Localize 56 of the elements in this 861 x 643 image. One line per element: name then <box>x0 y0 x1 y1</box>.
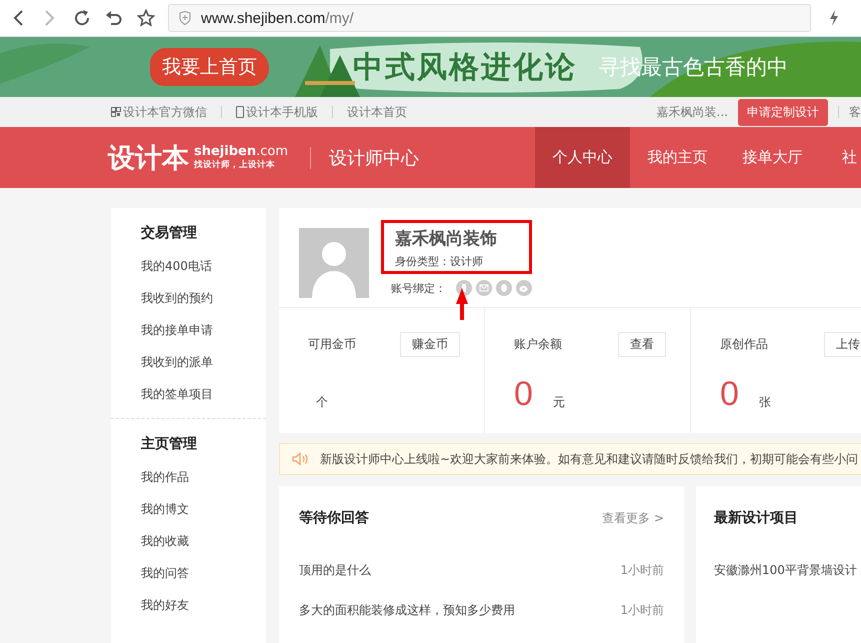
stat-label: 账户余额 <box>514 336 562 353</box>
more-link[interactable]: 查看更多 > <box>602 510 664 526</box>
stat-button[interactable]: 查看 <box>618 332 666 357</box>
bind-label: 账号绑定： <box>391 280 446 296</box>
phone-icon <box>236 106 244 118</box>
sidebar-item[interactable]: 我收到的派单 <box>141 346 266 378</box>
nav-tab[interactable]: 社 <box>820 127 861 188</box>
lightning-icon[interactable] <box>829 10 839 26</box>
arrow-icon <box>455 288 469 322</box>
sidebar-item[interactable]: 我的400电话 <box>141 250 266 282</box>
user-link[interactable]: 嘉禾枫尚装... <box>656 104 728 120</box>
banner-badge[interactable]: 我要上首页 <box>150 48 269 86</box>
link-label: 设计本手机版 <box>246 104 318 120</box>
stat-value: 0 <box>720 377 739 411</box>
question-time: 1小时前 <box>620 602 664 618</box>
link-label: 设计本官方微信 <box>123 104 207 120</box>
avatar-icon <box>299 228 369 298</box>
banner-title: 中式风格进化论 <box>353 48 577 86</box>
sidebar-item[interactable]: 我的博文 <box>141 493 266 525</box>
sidebar-heading: 交易管理 <box>141 224 198 242</box>
section-title: 设计师中心 <box>329 146 420 170</box>
sidebar-heading: 主页管理 <box>141 435 198 453</box>
question-link[interactable]: 多大的面积能装修成这样，预知多少费用 <box>299 602 515 618</box>
speaker-icon <box>292 452 310 466</box>
project-link[interactable]: 安徽滁州100平背景墙设计 <box>714 562 857 578</box>
stat-value: 0 <box>514 377 533 411</box>
nav-tab[interactable]: 接单大厅 <box>725 127 820 188</box>
sidebar-item[interactable]: 我的作品 <box>141 461 266 493</box>
question-link[interactable]: 顶用的是什么 <box>299 562 371 578</box>
sidebar-item[interactable]: 我的好友 <box>141 589 266 621</box>
link-label: 设计本首页 <box>347 104 407 120</box>
sidebar-item[interactable]: 我的问答 <box>141 557 266 589</box>
stat-unit: 个 <box>316 394 328 411</box>
top-link[interactable]: 客 <box>849 104 861 120</box>
sidebar-item[interactable]: 我的收藏 <box>141 525 266 557</box>
question-time: 1小时前 <box>620 562 664 578</box>
nav-tab[interactable]: 我的主页 <box>630 127 725 188</box>
stat-button[interactable]: 上传 <box>824 332 861 357</box>
stat-unit: 元 <box>552 394 565 411</box>
identity-type: 身份类型：设计师 <box>395 254 484 269</box>
stat-unit: 张 <box>758 394 771 411</box>
address-bar[interactable]: www.shejiben.com/my/ <box>168 4 811 32</box>
panel-title: 等待你回答 <box>299 509 369 527</box>
panel-title: 最新设计项目 <box>714 509 798 527</box>
apply-button[interactable]: 申请定制设计 <box>738 98 828 126</box>
stat-label: 可用金币 <box>308 336 356 353</box>
qr-code-icon <box>111 107 121 117</box>
notice-text: 新版设计师中心上线啦~欢迎大家前来体验。如有意见和建议请随时反馈给我们，初期可能会有些小问 <box>320 450 858 468</box>
nav-tab[interactable]: 个人中心 <box>535 127 630 188</box>
profile-name: 嘉禾枫尚装饰 <box>395 228 498 250</box>
shield-icon <box>179 11 191 25</box>
stat-label: 原创作品 <box>720 336 768 353</box>
sidebar-item[interactable]: 我收到的预约 <box>141 282 266 314</box>
sidebar-item[interactable]: 我的签单项目 <box>141 378 266 410</box>
stat-button[interactable]: 赚金币 <box>400 332 460 357</box>
sidebar-item[interactable]: 我的接单申请 <box>141 314 266 346</box>
